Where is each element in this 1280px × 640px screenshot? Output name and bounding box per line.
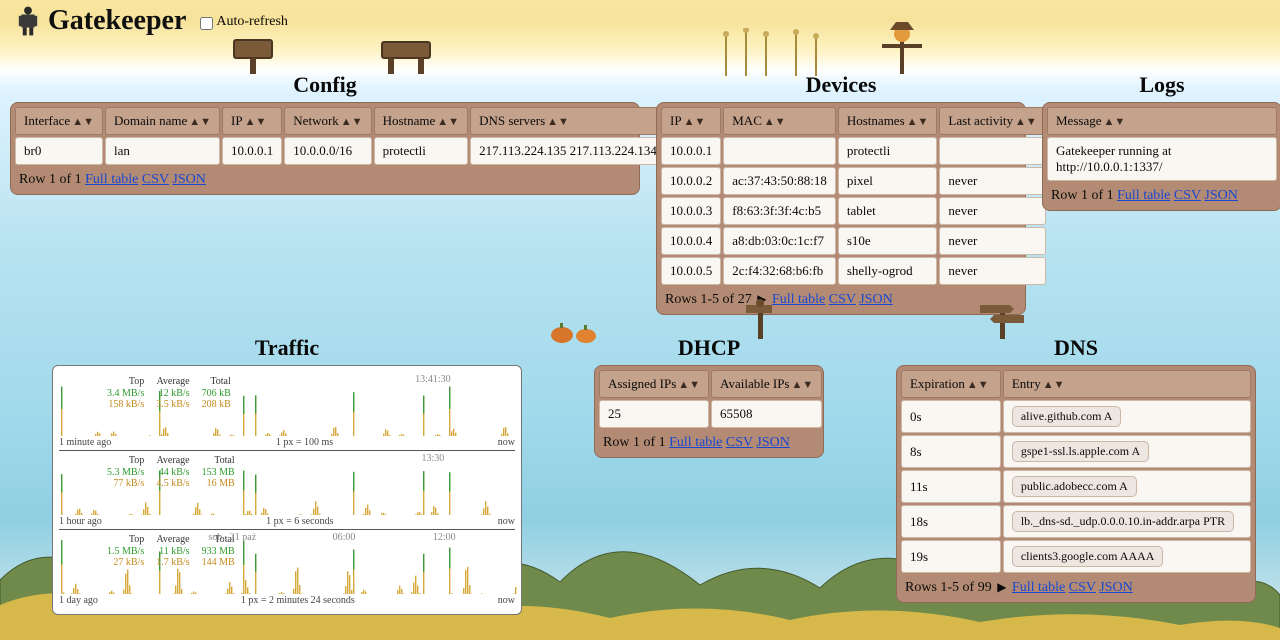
col-ip[interactable]: IP▲▼ xyxy=(661,107,721,135)
sort-icon[interactable]: ▲▼ xyxy=(547,116,569,128)
csv-link[interactable]: CSV xyxy=(726,435,753,450)
sort-icon[interactable]: ▲▼ xyxy=(907,116,929,128)
csv-link[interactable]: CSV xyxy=(829,292,856,307)
full-table-link[interactable]: Full table xyxy=(669,435,722,450)
sort-icon[interactable]: ▲▼ xyxy=(245,116,267,128)
table-row: 19sclients3.google.com AAAA xyxy=(901,540,1251,573)
col-network[interactable]: Network▲▼ xyxy=(284,107,371,135)
dns-entry-pill: lb._dns-sd._udp.0.0.0.10.in-addr.arpa PT… xyxy=(1012,511,1234,532)
panel-title: Logs xyxy=(1042,72,1280,98)
col-mac[interactable]: MAC▲▼ xyxy=(723,107,836,135)
col-assigned[interactable]: Assigned IPs▲▼ xyxy=(599,370,709,398)
dns-entry-pill: gspe1-ssl.ls.apple.com A xyxy=(1012,441,1149,462)
next-page-icon[interactable]: ▶ xyxy=(757,292,766,306)
sort-icon[interactable]: ▲▼ xyxy=(72,116,94,128)
col-message[interactable]: Message▲▼ xyxy=(1047,107,1277,135)
traffic-graph: TopAverageTotal 1.5 MB/s11 kB/s933 MB 27… xyxy=(59,532,515,594)
dns-entry-pill: clients3.google.com AAAA xyxy=(1012,546,1164,567)
col-dns[interactable]: DNS servers▲▼ xyxy=(470,107,666,135)
dns-panel: DNS Expiration▲▼ Entry▲▼ 0salive.github.… xyxy=(896,335,1256,603)
next-page-icon[interactable]: ▶ xyxy=(997,580,1006,594)
table-row: 11spublic.adobecc.com A xyxy=(901,470,1251,503)
csv-link[interactable]: CSV xyxy=(1174,188,1201,203)
panel-title: Devices xyxy=(656,72,1026,98)
pumpkins-icon xyxy=(548,317,600,343)
table-row: 8sgspe1-ssl.ls.apple.com A xyxy=(901,435,1251,468)
table-row: 18slb._dns-sd._udp.0.0.0.10.in-addr.arpa… xyxy=(901,505,1251,538)
panel-title: DHCP xyxy=(594,335,824,361)
table-row: 10.0.0.1protectli xyxy=(661,137,1046,165)
sort-icon[interactable]: ▲▼ xyxy=(1043,379,1065,391)
sort-icon[interactable]: ▲▼ xyxy=(1015,116,1037,128)
sort-icon[interactable]: ▲▼ xyxy=(967,379,989,391)
config-panel: Config Interface▲▼ Domain name▲▼ IP▲▼ Ne… xyxy=(10,72,640,195)
json-link[interactable]: JSON xyxy=(1204,188,1237,203)
json-link[interactable]: JSON xyxy=(756,435,789,450)
table-footer: Rows 1-5 of 27 ▶ Full table CSV JSON xyxy=(659,287,1023,312)
table-row: 25 65508 xyxy=(599,400,822,428)
traffic-graph: TopAverageTotal 3.4 MB/s12 kB/s706 kB 15… xyxy=(59,374,515,436)
table-row: 10.0.0.52c:f4:32:68:b6:fbshelly-ogrodnev… xyxy=(661,257,1046,285)
json-link[interactable]: JSON xyxy=(859,292,892,307)
table-row: 10.0.0.2ac:37:43:50:88:18pixelnever xyxy=(661,167,1046,195)
sort-icon[interactable]: ▲▼ xyxy=(678,379,700,391)
table-footer: Row 1 of 1 Full table CSV JSON xyxy=(597,430,821,455)
col-last[interactable]: Last activity▲▼ xyxy=(939,107,1045,135)
autorefresh-toggle[interactable]: Auto-refresh xyxy=(200,14,288,30)
traffic-panel: Traffic TopAverageTotal 3.4 MB/s12 kB/s7… xyxy=(52,335,522,615)
table-row: Gatekeeper running at http://10.0.0.1:13… xyxy=(1047,137,1277,181)
col-expiration[interactable]: Expiration▲▼ xyxy=(901,370,1001,398)
col-hostname[interactable]: Hostname▲▼ xyxy=(374,107,469,135)
panel-title: DNS xyxy=(896,335,1256,361)
col-entry[interactable]: Entry▲▼ xyxy=(1003,370,1251,398)
logs-panel: Logs Message▲▼ Gatekeeper running at htt… xyxy=(1042,72,1280,211)
sort-icon[interactable]: ▲▼ xyxy=(684,116,706,128)
sort-icon[interactable]: ▲▼ xyxy=(341,116,363,128)
dhcp-panel: DHCP Assigned IPs▲▼ Available IPs▲▼ 25 6… xyxy=(594,335,824,458)
table-row: 0salive.github.com A xyxy=(901,400,1251,433)
table-footer: Row 1 of 1 Full table CSV JSON xyxy=(1045,183,1279,208)
csv-link[interactable]: CSV xyxy=(1069,580,1096,595)
full-table-link[interactable]: Full table xyxy=(772,292,825,307)
traffic-graph: TopAverageTotal 5.3 MB/s44 kB/s153 MB 77… xyxy=(59,453,515,515)
csv-link[interactable]: CSV xyxy=(142,172,169,187)
dns-entry-pill: public.adobecc.com A xyxy=(1012,476,1137,497)
sort-icon[interactable]: ▲▼ xyxy=(791,379,813,391)
full-table-link[interactable]: Full table xyxy=(1117,188,1170,203)
full-table-link[interactable]: Full table xyxy=(1012,580,1065,595)
app-title: Gatekeeper xyxy=(14,4,186,38)
full-table-link[interactable]: Full table xyxy=(85,172,138,187)
col-interface[interactable]: Interface▲▼ xyxy=(15,107,103,135)
panel-title: Config xyxy=(10,72,640,98)
col-hostnames[interactable]: Hostnames▲▼ xyxy=(838,107,938,135)
panel-title: Traffic xyxy=(52,335,522,361)
table-row: 10.0.0.3f8:63:3f:3f:4c:b5tabletnever xyxy=(661,197,1046,225)
table-footer: Row 1 of 1 Full table CSV JSON xyxy=(13,167,637,192)
gatekeeper-icon xyxy=(14,4,42,38)
table-row: br0 lan 10.0.0.1 10.0.0.0/16 protectli 2… xyxy=(15,137,666,165)
sort-icon[interactable]: ▲▼ xyxy=(764,116,786,128)
devices-panel: Devices IP▲▼ MAC▲▼ Hostnames▲▼ Last acti… xyxy=(656,72,1026,315)
json-link[interactable]: JSON xyxy=(1099,580,1132,595)
json-link[interactable]: JSON xyxy=(172,172,205,187)
col-domain[interactable]: Domain name▲▼ xyxy=(105,107,220,135)
dns-entry-pill: alive.github.com A xyxy=(1012,406,1122,427)
autorefresh-checkbox[interactable] xyxy=(200,17,213,30)
sort-icon[interactable]: ▲▼ xyxy=(189,116,211,128)
col-available[interactable]: Available IPs▲▼ xyxy=(711,370,822,398)
sort-icon[interactable]: ▲▼ xyxy=(1104,116,1126,128)
col-ip[interactable]: IP▲▼ xyxy=(222,107,282,135)
sort-icon[interactable]: ▲▼ xyxy=(437,116,459,128)
table-footer: Rows 1-5 of 99 ▶ Full table CSV JSON xyxy=(899,575,1253,600)
table-row: 10.0.0.4a8:db:03:0c:1c:f7s10enever xyxy=(661,227,1046,255)
